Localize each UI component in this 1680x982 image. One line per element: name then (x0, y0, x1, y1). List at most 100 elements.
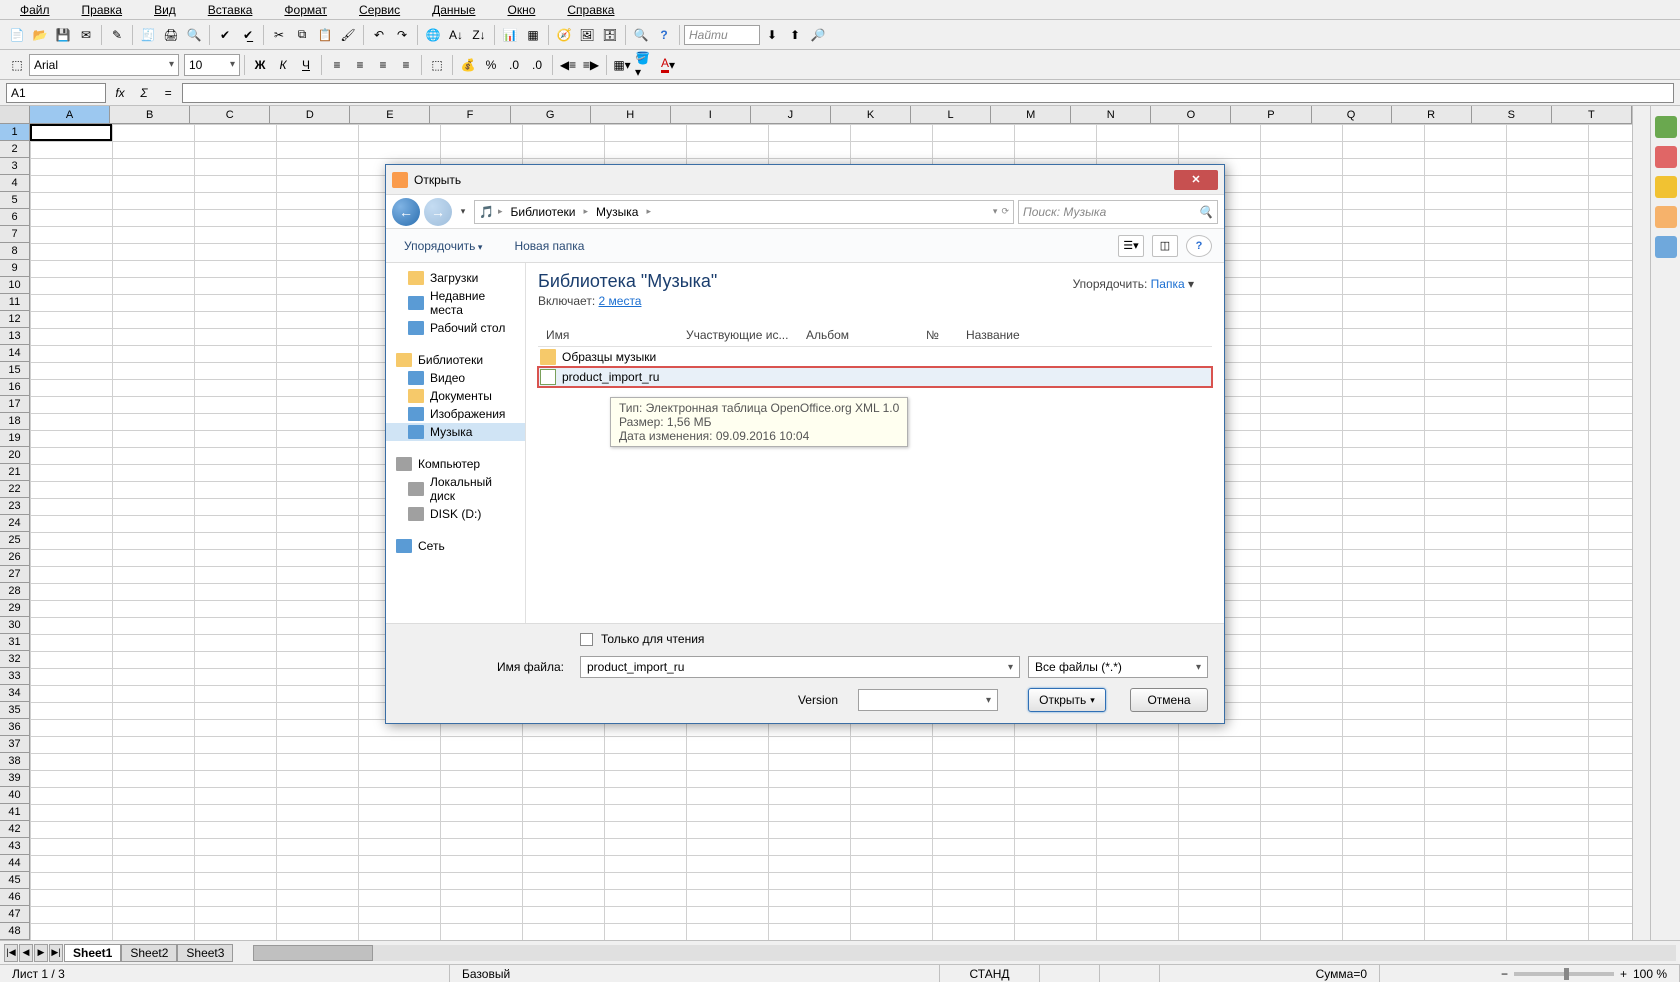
merge-cells-button[interactable]: ⬚ (426, 54, 448, 76)
row-header-3[interactable]: 3 (0, 158, 30, 175)
sheet-tab-3[interactable]: Sheet3 (177, 944, 233, 962)
row-header-4[interactable]: 4 (0, 175, 30, 192)
row-header-19[interactable]: 19 (0, 430, 30, 447)
col-header-Q[interactable]: Q (1312, 106, 1392, 124)
italic-button[interactable]: К (272, 54, 294, 76)
row-header-2[interactable]: 2 (0, 141, 30, 158)
row-header-27[interactable]: 27 (0, 566, 30, 583)
sort-asc-button[interactable]: A↓ (445, 24, 467, 46)
col-header-J[interactable]: J (751, 106, 831, 124)
refresh-icon[interactable]: ⟳ (1001, 206, 1009, 217)
row-header-25[interactable]: 25 (0, 532, 30, 549)
col-title[interactable]: Название (958, 328, 1078, 342)
row-header-24[interactable]: 24 (0, 515, 30, 532)
zoom-value[interactable]: 100 % (1633, 967, 1667, 981)
save-button[interactable]: 💾 (52, 24, 74, 46)
align-justify-button[interactable]: ≡ (395, 54, 417, 76)
align-left-button[interactable]: ≡ (326, 54, 348, 76)
function-wizard-button[interactable]: fx (110, 83, 130, 103)
font-name-combo[interactable]: Arial (29, 54, 179, 76)
chart-button[interactable]: 📊 (499, 24, 521, 46)
menu-help[interactable]: Справка (551, 3, 630, 17)
spellcheck-button[interactable]: ✔ (214, 24, 236, 46)
prev-sheet-button[interactable]: ◀ (19, 944, 33, 962)
row-header-47[interactable]: 47 (0, 906, 30, 923)
sheet-tab-1[interactable]: Sheet1 (64, 944, 121, 962)
row-header-1[interactable]: 1 (0, 124, 30, 141)
col-header-I[interactable]: I (671, 106, 751, 124)
row-header-6[interactable]: 6 (0, 209, 30, 226)
sidebar-styles-icon[interactable] (1655, 146, 1677, 168)
col-header-L[interactable]: L (911, 106, 991, 124)
cancel-button[interactable]: Отмена (1130, 688, 1208, 712)
status-selection-mode[interactable] (1040, 965, 1100, 982)
nav-recent-places[interactable]: Недавние места (386, 287, 525, 319)
nav-disk-d[interactable]: DISK (D:) (386, 505, 525, 523)
col-header-O[interactable]: O (1151, 106, 1231, 124)
dialog-close-button[interactable]: ✕ (1174, 170, 1218, 190)
row-header-5[interactable]: 5 (0, 192, 30, 209)
row-header-45[interactable]: 45 (0, 872, 30, 889)
breadcrumb-path[interactable]: 🎵▸ Библиотеки▸ Музыка▸ ▾ ⟳ (474, 200, 1014, 224)
nav-pictures[interactable]: Изображения (386, 405, 525, 423)
file-row-product-import[interactable]: product_import_ru (538, 367, 1212, 387)
menu-format[interactable]: Формат (268, 3, 343, 17)
file-row-folder-samples[interactable]: Образцы музыки (538, 347, 1212, 367)
sort-desc-button[interactable]: Z↓ (468, 24, 490, 46)
row-header-10[interactable]: 10 (0, 277, 30, 294)
sheet-tab-2[interactable]: Sheet2 (121, 944, 177, 962)
status-page-style[interactable]: Базовый (450, 965, 940, 982)
row-header-9[interactable]: 9 (0, 260, 30, 277)
menu-window[interactable]: Окно (491, 3, 551, 17)
row-header-26[interactable]: 26 (0, 549, 30, 566)
menu-file[interactable]: Файл (4, 3, 66, 17)
row-header-40[interactable]: 40 (0, 787, 30, 804)
row-header-12[interactable]: 12 (0, 311, 30, 328)
row-header-31[interactable]: 31 (0, 634, 30, 651)
file-list[interactable]: Образцы музыки product_import_ru Тип: Эл… (538, 347, 1212, 615)
read-only-checkbox[interactable] (580, 633, 593, 646)
borders-button[interactable]: ▦▾ (611, 54, 633, 76)
row-header-22[interactable]: 22 (0, 481, 30, 498)
new-doc-button[interactable]: 📄 (6, 24, 28, 46)
zoom-slider[interactable] (1514, 972, 1614, 976)
nav-network-header[interactable]: Сеть (386, 533, 525, 555)
filename-input[interactable]: product_import_ru (580, 656, 1020, 678)
remove-decimal-button[interactable]: .0 (526, 54, 548, 76)
horizontal-scrollbar-thumb[interactable] (253, 945, 373, 961)
underline-button[interactable]: Ч (295, 54, 317, 76)
status-zoom[interactable]: − + 100 % (1380, 965, 1680, 982)
open-button[interactable]: Открыть ▾ (1028, 688, 1106, 712)
percent-button[interactable]: % (480, 54, 502, 76)
dialog-search-input[interactable]: Поиск: Музыка 🔍 (1018, 200, 1218, 224)
col-album[interactable]: Альбом (798, 328, 918, 342)
filetype-combo[interactable]: Все файлы (*.*) (1028, 656, 1208, 678)
menu-insert[interactable]: Вставка (192, 3, 269, 17)
row-header-23[interactable]: 23 (0, 498, 30, 515)
breadcrumb-music[interactable]: Музыка (592, 205, 642, 219)
row-header-30[interactable]: 30 (0, 617, 30, 634)
col-header-B[interactable]: B (110, 106, 190, 124)
col-header-R[interactable]: R (1392, 106, 1472, 124)
data-sources-button[interactable]: 🗄 (599, 24, 621, 46)
row-header-28[interactable]: 28 (0, 583, 30, 600)
autospell-button[interactable]: ✔̲ (237, 24, 259, 46)
col-header-A[interactable]: A (30, 106, 110, 124)
nav-computer-header[interactable]: Компьютер (386, 451, 525, 473)
row-header-18[interactable]: 18 (0, 413, 30, 430)
row-header-39[interactable]: 39 (0, 770, 30, 787)
col-name[interactable]: Имя (538, 328, 678, 342)
row-header-11[interactable]: 11 (0, 294, 30, 311)
path-dropdown-icon[interactable]: ▾ (993, 206, 998, 217)
nav-history-dropdown[interactable]: ▾ (456, 206, 470, 217)
nav-music[interactable]: Музыка (386, 423, 525, 441)
find-all-button[interactable]: 🔎 (807, 24, 829, 46)
currency-button[interactable]: 💰 (457, 54, 479, 76)
increase-indent-button[interactable]: ≡▶ (580, 54, 602, 76)
sort-by[interactable]: Упорядочить: Папка ▾ (1073, 277, 1194, 291)
formula-eq-button[interactable]: = (158, 83, 178, 103)
row-header-7[interactable]: 7 (0, 226, 30, 243)
preview-pane-button[interactable]: ◫ (1152, 235, 1178, 257)
export-pdf-button[interactable]: 🧾 (137, 24, 159, 46)
row-header-32[interactable]: 32 (0, 651, 30, 668)
